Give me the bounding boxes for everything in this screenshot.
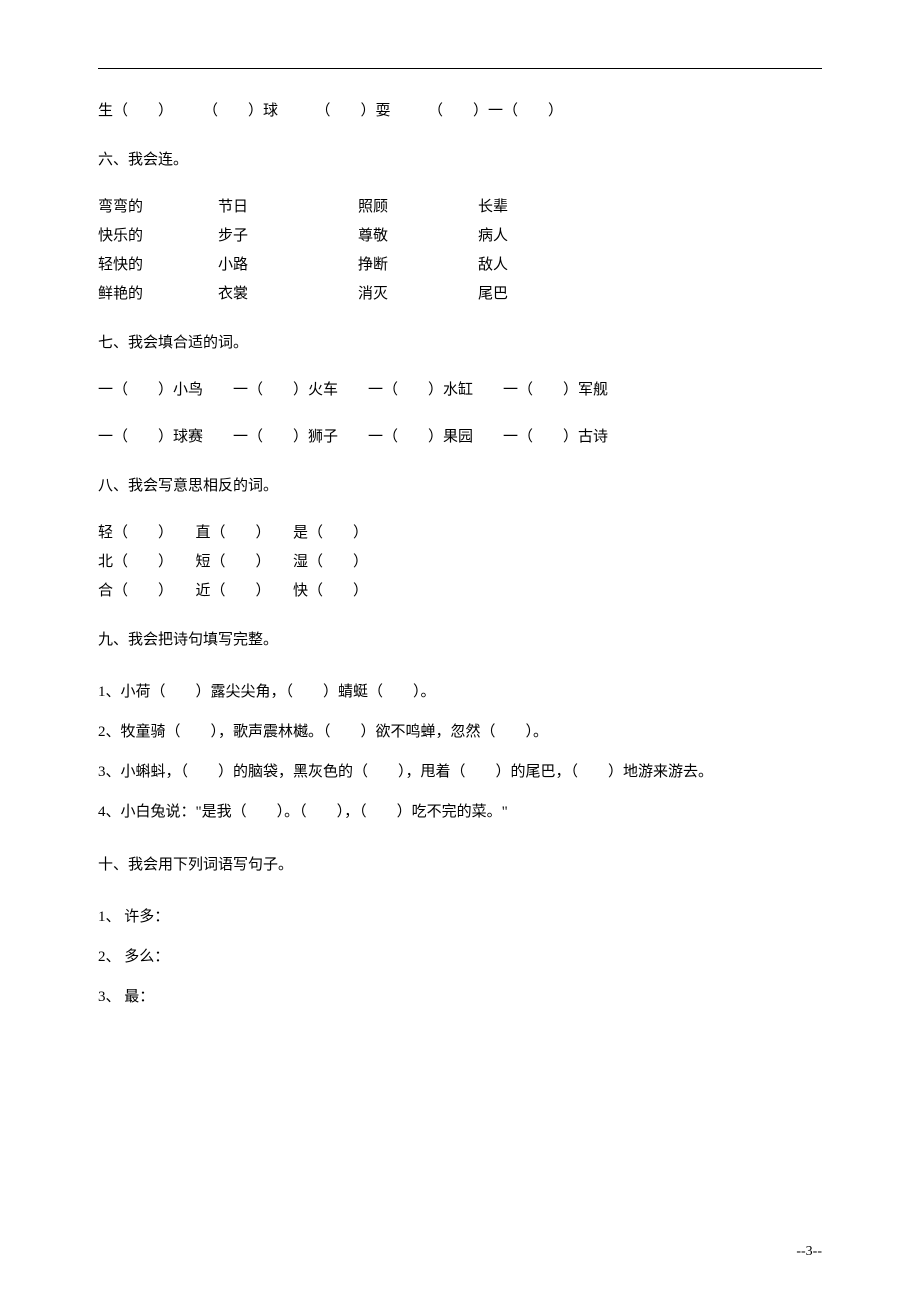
match-cell: 轻快的 <box>98 255 218 276</box>
section-9-body: 1、小荷（ ）露尖尖角，（ ）蜻蜓（ ）。 2、牧童骑（ ），歌声震林樾。（ ）… <box>98 677 822 827</box>
section-8-body: 轻（ ） 直（ ） 是（ ） 北（ ） 短（ ） 湿（ ） 合（ ） 近（ ） … <box>98 523 822 602</box>
poem-line: 2、牧童骑（ ），歌声震林樾。（ ）欲不鸣蝉，忽然（ ）。 <box>98 717 822 747</box>
match-cell: 尊敬 <box>358 226 478 247</box>
section-7-heading: 七、我会填合适的词。 <box>98 333 822 354</box>
match-cell: 尾巴 <box>478 284 558 305</box>
match-cell: 长辈 <box>478 197 558 218</box>
match-row: 轻快的 小路 挣断 敌人 <box>98 255 822 276</box>
match-cell: 挣断 <box>358 255 478 276</box>
match-cell: 快乐的 <box>98 226 218 247</box>
match-cell: 敌人 <box>478 255 558 276</box>
antonym-row: 轻（ ） 直（ ） 是（ ） <box>98 523 822 544</box>
sentence-prompt: 3、 最： <box>98 982 822 1012</box>
match-cell: 病人 <box>478 226 558 247</box>
section-10-heading: 十、我会用下列词语写句子。 <box>98 855 822 876</box>
page: 生（ ） （ ）球 （ ）耍 （ ）一（ ） 六、我会连。 弯弯的 节日 照顾 … <box>0 0 920 1302</box>
measure-word-line: 一（ ）小鸟 一（ ）火车 一（ ）水缸 一（ ）军舰 <box>98 380 822 401</box>
section-6-table: 弯弯的 节日 照顾 长辈 快乐的 步子 尊敬 病人 轻快的 小路 挣断 敌人 鲜… <box>98 197 822 305</box>
antonym-row: 合（ ） 近（ ） 快（ ） <box>98 581 822 602</box>
sentence-prompt: 2、 多么： <box>98 942 822 972</box>
sentence-prompt: 1、 许多： <box>98 902 822 932</box>
match-cell: 小路 <box>218 255 358 276</box>
fill-blank-line-top: 生（ ） （ ）球 （ ）耍 （ ）一（ ） <box>98 101 822 122</box>
page-number: --3-- <box>796 1242 822 1262</box>
match-row: 快乐的 步子 尊敬 病人 <box>98 226 822 247</box>
antonym-row: 北（ ） 短（ ） 湿（ ） <box>98 552 822 573</box>
section-7-body: 一（ ）小鸟 一（ ）火车 一（ ）水缸 一（ ）军舰 一（ ）球赛 一（ ）狮… <box>98 380 822 448</box>
spacer <box>98 409 822 427</box>
match-cell: 节日 <box>218 197 358 218</box>
measure-word-line: 一（ ）球赛 一（ ）狮子 一（ ）果园 一（ ）古诗 <box>98 427 822 448</box>
match-cell: 步子 <box>218 226 358 247</box>
match-cell: 照顾 <box>358 197 478 218</box>
top-horizontal-rule <box>98 68 822 69</box>
match-cell: 弯弯的 <box>98 197 218 218</box>
section-9-heading: 九、我会把诗句填写完整。 <box>98 630 822 651</box>
match-row: 鲜艳的 衣裳 消灭 尾巴 <box>98 284 822 305</box>
poem-line: 3、小蝌蚪，（ ）的脑袋，黑灰色的（ ），甩着（ ）的尾巴，（ ）地游来游去。 <box>98 757 822 787</box>
section-6-heading: 六、我会连。 <box>98 150 822 171</box>
match-cell: 衣裳 <box>218 284 358 305</box>
match-cell: 鲜艳的 <box>98 284 218 305</box>
section-10-body: 1、 许多： 2、 多么： 3、 最： <box>98 902 822 1012</box>
section-8-heading: 八、我会写意思相反的词。 <box>98 476 822 497</box>
poem-line: 4、小白兔说："是我（ ）。（ ），（ ）吃不完的菜。" <box>98 797 822 827</box>
match-cell: 消灭 <box>358 284 478 305</box>
poem-line: 1、小荷（ ）露尖尖角，（ ）蜻蜓（ ）。 <box>98 677 822 707</box>
match-row: 弯弯的 节日 照顾 长辈 <box>98 197 822 218</box>
